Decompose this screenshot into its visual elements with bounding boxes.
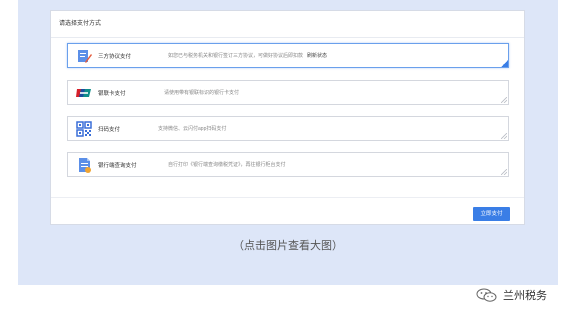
option-description: 自行打印《银行端查询缴税凭证》，再往银行柜台支付 bbox=[168, 162, 286, 168]
option-name: 银行端查询支付 bbox=[98, 163, 137, 169]
payment-option-qr[interactable]: 扫码支付 支持微信、云闪付app扫码支付 bbox=[67, 116, 509, 141]
resize-grip-icon bbox=[501, 169, 507, 175]
resize-grip-icon bbox=[501, 60, 508, 67]
watermark-text: 兰州税务 bbox=[503, 290, 547, 302]
payment-method-card: 请选择支付方式 三方协议支付 如您已与税务机关和银行签订三方协议，可做好协议后即… bbox=[50, 10, 525, 225]
resize-grip-icon bbox=[501, 133, 507, 139]
option-name: 三方协议支付 bbox=[98, 54, 132, 60]
resize-grip-icon bbox=[501, 97, 507, 103]
option-name: 银联卡支付 bbox=[98, 91, 126, 97]
bank-receipt-icon bbox=[76, 157, 92, 173]
refresh-status-link[interactable]: 刷新状态 bbox=[307, 53, 327, 59]
divider bbox=[51, 37, 524, 38]
pay-now-button[interactable]: 立即支付 bbox=[473, 207, 510, 221]
image-caption: （点击图片查看大图） bbox=[233, 240, 343, 252]
option-description: 支持微信、云闪付app扫码支付 bbox=[158, 126, 227, 132]
option-name: 扫码支付 bbox=[98, 127, 121, 133]
payment-option-unionpay[interactable]: 银联卡支付 请使用带有银联标识的银行卡支付 bbox=[67, 80, 509, 105]
payment-option-three-party[interactable]: 三方协议支付 如您已与税务机关和银行签订三方协议，可做好协议后即扣款 刷新状态 bbox=[67, 43, 509, 68]
three-party-agreement-icon bbox=[76, 48, 92, 64]
card-title: 请选择支付方式 bbox=[59, 21, 102, 27]
payment-option-bank-counter[interactable]: 银行端查询支付 自行打印《银行端查询缴税凭证》，再往银行柜台支付 bbox=[67, 152, 509, 177]
footer-divider bbox=[51, 197, 524, 198]
option-description: 请使用带有银联标识的银行卡支付 bbox=[164, 90, 240, 96]
unionpay-icon bbox=[76, 85, 92, 101]
qr-code-icon bbox=[76, 121, 92, 137]
wechat-icon bbox=[476, 288, 498, 302]
watermark: 兰州税务 bbox=[476, 287, 547, 303]
option-description: 如您已与税务机关和银行签订三方协议，可做好协议后即扣款 刷新状态 bbox=[168, 53, 328, 59]
